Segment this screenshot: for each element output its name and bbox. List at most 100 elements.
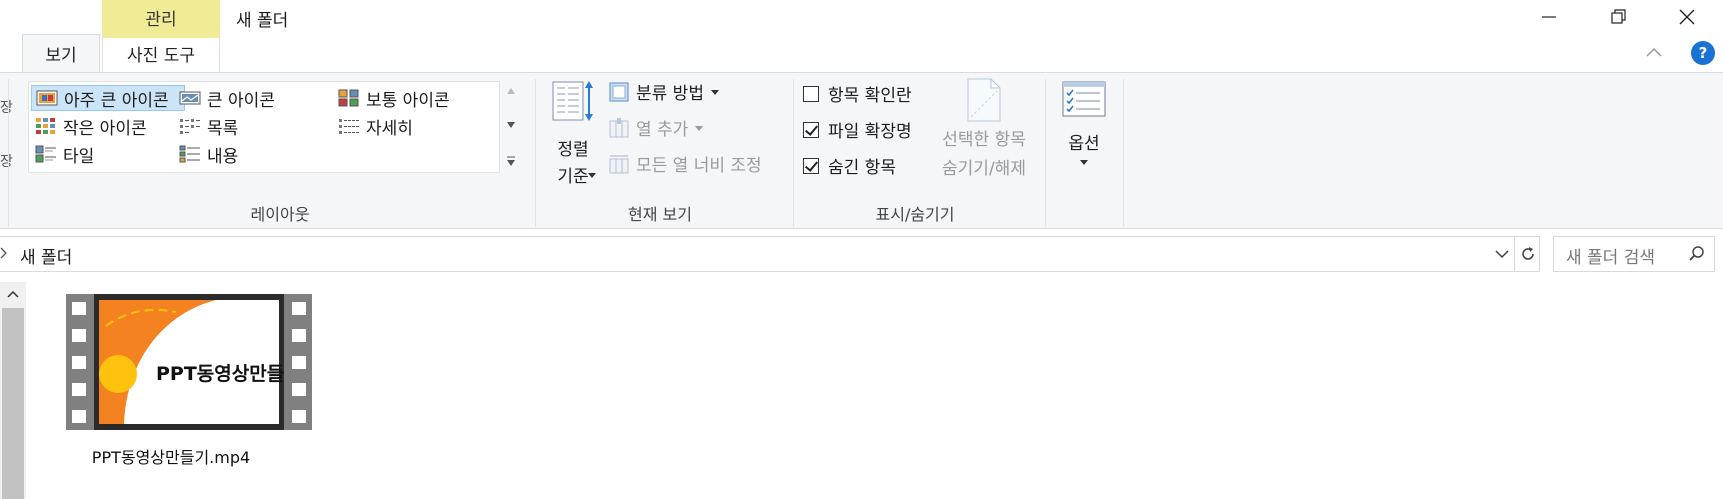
file-item[interactable]: PPT동영상만들 PPT동영상만들기.mp4 [66,292,312,472]
video-thumbnail: PPT동영상만들 [66,294,312,430]
title-bar: 관리 새 폴더 [0,0,1723,34]
chevron-right-icon[interactable] [0,246,8,260]
tab-photo-tools[interactable]: 사진 도구 [102,34,220,72]
item-check-boxes-checkbox[interactable] [803,85,819,102]
refresh-icon [1521,247,1534,260]
help-icon: ? [1698,44,1708,62]
tab-view-label: 보기 [45,46,77,66]
chevron-up-icon [7,290,19,298]
hide-selected-label: 숨기기/해제 [942,159,1026,179]
layout-gallery-scroller [500,81,522,173]
search-icon[interactable] [1688,245,1706,263]
address-path[interactable]: 새 폴더 [20,243,72,268]
item-check-boxes-toggle[interactable]: 항목 확인란 [803,81,912,106]
group-separator [8,79,9,227]
layout-large-icons[interactable]: 큰 아이콘 [175,85,315,111]
vertical-scrollbar[interactable] [0,282,26,499]
layout-item-label: 내용 [207,146,239,167]
hidden-items-checkbox[interactable] [803,157,819,174]
size-all-columns-button[interactable]: 모든 열 너비 조정 [608,151,762,176]
group-label-layout: 레이아웃 [250,205,310,224]
sort-by-button[interactable]: 정렬 기준 [547,79,599,187]
file-name-label: PPT동영상만들기.mp4 [91,448,251,467]
layout-item-label: 타일 [63,146,95,167]
medium-icons-icon [338,89,359,107]
file-extensions-checkbox[interactable] [803,121,819,138]
add-columns-icon [609,117,629,137]
layout-item-label: 작은 아이콘 [63,118,147,139]
group-separator [535,79,536,227]
ribbon-collapse-button[interactable] [1645,43,1663,62]
close-icon [1679,9,1695,25]
layout-tiles[interactable]: 타일 [31,141,151,167]
ribbon-tabs: 보기 사진 도구 ? [0,34,1723,72]
extra-large-icons-icon [36,90,58,106]
chevron-down-icon [695,125,704,131]
options-button[interactable]: 옵션 [1057,81,1111,166]
group-separator [1045,79,1046,227]
chevron-down-icon [1080,160,1088,165]
refresh-button[interactable] [1514,237,1540,271]
sort-by-label: 정렬 [557,140,589,160]
address-history-button[interactable] [1490,237,1514,271]
group-label-current-view: 현재 보기 [628,205,692,224]
close-button[interactable] [1656,0,1718,34]
group-by-label: 분류 방법 [636,84,704,104]
layout-extra-large-icons[interactable]: 아주 큰 아이콘 [31,85,185,111]
layout-small-icons[interactable]: 작은 아이콘 [31,113,171,139]
scroll-up-button[interactable] [0,282,26,306]
small-icons-icon [36,118,55,134]
search-box[interactable]: 새 폴더 검색 [1553,236,1715,272]
minimize-button[interactable] [1518,0,1580,34]
tab-photo-tools-label: 사진 도구 [127,45,195,66]
tab-view[interactable]: 보기 [22,34,100,72]
layout-item-label: 자세히 [366,118,413,139]
layout-list[interactable]: 목록 [175,113,295,139]
gallery-expand-icon[interactable] [506,155,516,167]
layout-item-label: 목록 [207,118,239,139]
hidden-items-toggle[interactable]: 숨긴 항목 [803,153,896,178]
help-button[interactable]: ? [1691,41,1715,65]
content-icon [179,145,200,163]
options-label: 옵션 [1068,134,1100,154]
search-placeholder: 새 폴더 검색 [1566,248,1656,268]
sort-by-icon [552,81,593,121]
size-columns-label: 모든 열 너비 조정 [636,156,762,176]
manage-context-tab[interactable]: 관리 [102,0,220,34]
layout-medium-icons[interactable]: 보통 아이콘 [334,85,484,111]
large-icons-icon [179,91,201,105]
chevron-up-icon [1646,47,1662,57]
layout-item-label: 아주 큰 아이콘 [64,90,169,111]
restore-button[interactable] [1588,0,1650,34]
minimize-icon [1542,16,1556,18]
file-extensions-toggle[interactable]: 파일 확장명 [803,117,912,142]
chevron-down-icon [710,89,719,95]
hide-selected-items-button[interactable]: 선택한 항목 숨기기/해제 [934,77,1034,179]
address-bar[interactable]: 새 폴더 [0,236,1540,272]
layout-content[interactable]: 내용 [175,141,295,167]
window-title: 새 폴더 [236,11,289,31]
hidden-items-label: 숨긴 항목 [828,158,896,178]
layout-item-label: 큰 아이콘 [207,90,275,111]
group-by-button[interactable]: 분류 방법 [608,79,720,104]
scroll-up-icon[interactable] [506,87,516,95]
scrollbar-thumb[interactable] [2,308,24,499]
group-separator [1123,79,1124,227]
ribbon: 장 장 아주 큰 아이콘 큰 아이콘 보통 아이콘 작은 아이콘 목록 자세히 … [0,72,1723,229]
manage-context-label: 관리 [145,9,177,30]
tiles-icon [35,145,56,163]
restore-icon [1611,9,1626,24]
list-icon [180,119,200,134]
options-icon [1062,81,1106,117]
add-columns-button[interactable]: 열 추가 [608,115,704,140]
hide-selected-icon [967,78,1001,122]
scroll-down-icon[interactable] [506,121,516,129]
cut-off-label: 장 [0,100,13,116]
layout-details[interactable]: 자세히 [334,113,454,139]
group-by-icon [609,82,629,101]
details-icon [339,119,359,134]
file-extensions-label: 파일 확장명 [828,122,912,142]
thumbnail-title: PPT동영상만들 [156,363,284,385]
chevron-down-icon [1495,250,1509,259]
group-separator [793,79,794,227]
